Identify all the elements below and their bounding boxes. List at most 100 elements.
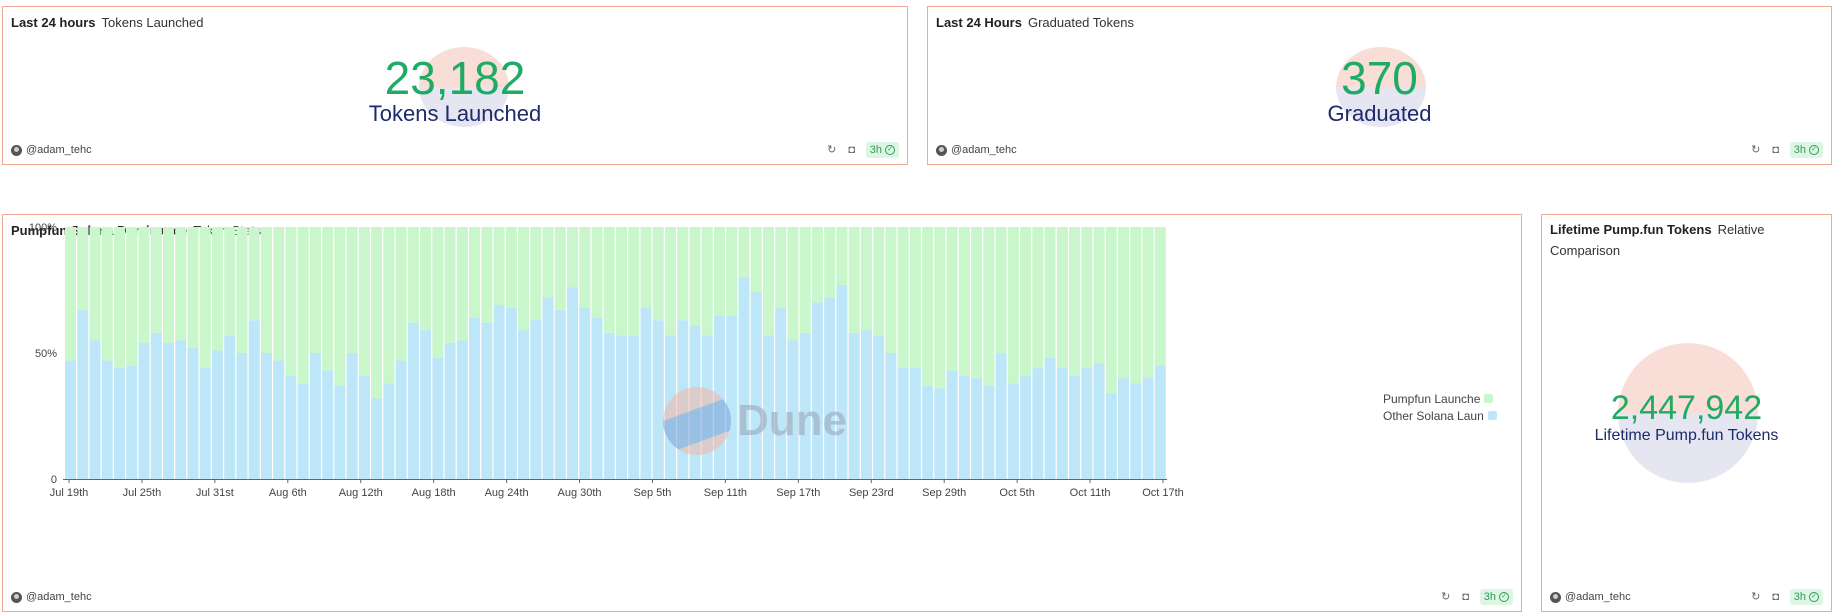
bar-pumpfun[interactable] [456, 227, 468, 341]
bar-pumpfun[interactable] [1154, 227, 1166, 366]
bar-other-solana[interactable] [1081, 368, 1093, 479]
bar-other-solana[interactable] [995, 353, 1007, 479]
bar-pumpfun[interactable] [101, 227, 113, 361]
bar-other-solana[interactable] [309, 353, 321, 479]
bar-pumpfun[interactable] [762, 227, 774, 336]
bar-other-solana[interactable] [1118, 378, 1130, 479]
bar-pumpfun[interactable] [971, 227, 983, 379]
bar-pumpfun[interactable] [909, 227, 921, 369]
bar-other-solana[interactable] [958, 375, 970, 479]
bar-pumpfun[interactable] [799, 227, 811, 333]
bar-pumpfun[interactable] [542, 227, 554, 298]
bar-other-solana[interactable] [1093, 363, 1105, 479]
bar-pumpfun[interactable] [591, 227, 603, 318]
bar-other-solana[interactable] [897, 368, 909, 479]
bar-other-solana[interactable] [273, 360, 285, 479]
bar-other-solana[interactable] [493, 305, 505, 479]
bar-pumpfun[interactable] [505, 227, 517, 308]
bar-other-solana[interactable] [334, 385, 346, 479]
bar-other-solana[interactable] [199, 368, 211, 479]
camera-icon[interactable]: ◘ [1770, 591, 1782, 603]
bar-pumpfun[interactable] [77, 227, 89, 311]
bar-other-solana[interactable] [260, 353, 272, 479]
refresh-icon[interactable]: ↻ [1440, 591, 1452, 603]
bar-pumpfun[interactable] [518, 227, 530, 331]
card-title[interactable]: Last 24 Hours Graduated Tokens [936, 15, 1134, 30]
bar-pumpfun[interactable] [603, 227, 615, 333]
bar-pumpfun[interactable] [162, 227, 174, 343]
bar-pumpfun[interactable] [713, 227, 725, 316]
bar-other-solana[interactable] [101, 360, 113, 479]
bar-other-solana[interactable] [297, 383, 309, 479]
bar-other-solana[interactable] [126, 365, 138, 479]
bar-other-solana[interactable] [224, 335, 236, 479]
bar-pumpfun[interactable] [1093, 227, 1105, 364]
bar-pumpfun[interactable] [65, 227, 77, 361]
bar-pumpfun[interactable] [664, 227, 677, 336]
author-link[interactable]: @adam_tehc [1550, 591, 1631, 603]
bar-other-solana[interactable] [150, 332, 162, 479]
bar-pumpfun[interactable] [1142, 227, 1154, 379]
camera-icon[interactable]: ◘ [1770, 144, 1782, 156]
bar-pumpfun[interactable] [481, 227, 493, 323]
bar-pumpfun[interactable] [383, 227, 395, 384]
bar-other-solana[interactable] [1020, 375, 1032, 479]
bar-other-solana[interactable] [211, 350, 223, 479]
legend-item-pumpfun[interactable]: Pumpfun Launche [1383, 390, 1497, 407]
bar-pumpfun[interactable] [297, 227, 309, 384]
bar-pumpfun[interactable] [616, 227, 628, 336]
bar-other-solana[interactable] [175, 340, 187, 479]
bar-other-solana[interactable] [591, 317, 603, 479]
bar-pumpfun[interactable] [554, 227, 566, 311]
bar-other-solana[interactable] [1154, 365, 1166, 479]
bar-other-solana[interactable] [65, 360, 77, 479]
bar-pumpfun[interactable] [836, 227, 848, 285]
bar-pumpfun[interactable] [1032, 227, 1044, 369]
bar-pumpfun[interactable] [1118, 227, 1130, 379]
bar-pumpfun[interactable] [848, 227, 860, 333]
bar-pumpfun[interactable] [150, 227, 162, 333]
bar-pumpfun[interactable] [420, 227, 432, 331]
bar-pumpfun[interactable] [922, 227, 934, 386]
bar-other-solana[interactable] [946, 370, 958, 479]
camera-icon[interactable]: ◘ [1460, 591, 1472, 603]
bar-other-solana[interactable] [1142, 378, 1154, 479]
bar-other-solana[interactable] [285, 375, 297, 479]
card-title[interactable]: Last 24 hours Tokens Launched [11, 15, 203, 30]
bar-other-solana[interactable] [860, 330, 872, 479]
bar-pumpfun[interactable] [1069, 227, 1081, 376]
bar-other-solana[interactable] [77, 310, 89, 479]
refresh-badge[interactable]: 3h ✓ [865, 142, 899, 158]
refresh-badge[interactable]: 3h ✓ [1789, 142, 1823, 158]
bar-other-solana[interactable] [628, 335, 640, 479]
bar-other-solana[interactable] [1105, 393, 1117, 479]
bar-pumpfun[interactable] [371, 227, 383, 399]
bar-other-solana[interactable] [616, 335, 628, 479]
bar-pumpfun[interactable] [897, 227, 909, 369]
bar-other-solana[interactable] [420, 330, 432, 479]
bar-other-solana[interactable] [187, 347, 199, 479]
bar-pumpfun[interactable] [89, 227, 101, 341]
card-title[interactable]: Lifetime Pump.fun Tokens Relative Compari… [1550, 219, 1823, 261]
bar-pumpfun[interactable] [322, 227, 334, 371]
bar-pumpfun[interactable] [260, 227, 272, 353]
bar-pumpfun[interactable] [432, 227, 444, 359]
bar-pumpfun[interactable] [187, 227, 199, 348]
bar-pumpfun[interactable] [248, 227, 260, 321]
bar-other-solana[interactable] [1069, 375, 1081, 479]
bar-pumpfun[interactable] [1020, 227, 1032, 376]
bar-pumpfun[interactable] [1007, 227, 1019, 384]
author-link[interactable]: @adam_tehc [11, 144, 92, 156]
bar-other-solana[interactable] [113, 368, 126, 479]
bar-pumpfun[interactable] [1105, 227, 1117, 394]
bar-other-solana[interactable] [456, 340, 468, 479]
bar-other-solana[interactable] [138, 342, 150, 479]
bar-pumpfun[interactable] [983, 227, 995, 386]
refresh-badge[interactable]: 3h ✓ [1789, 589, 1823, 605]
bar-other-solana[interactable] [432, 358, 444, 479]
bar-pumpfun[interactable] [652, 227, 664, 321]
bar-pumpfun[interactable] [958, 227, 970, 376]
bar-pumpfun[interactable] [126, 227, 138, 366]
bar-pumpfun[interactable] [787, 227, 799, 341]
bar-pumpfun[interactable] [873, 227, 885, 336]
